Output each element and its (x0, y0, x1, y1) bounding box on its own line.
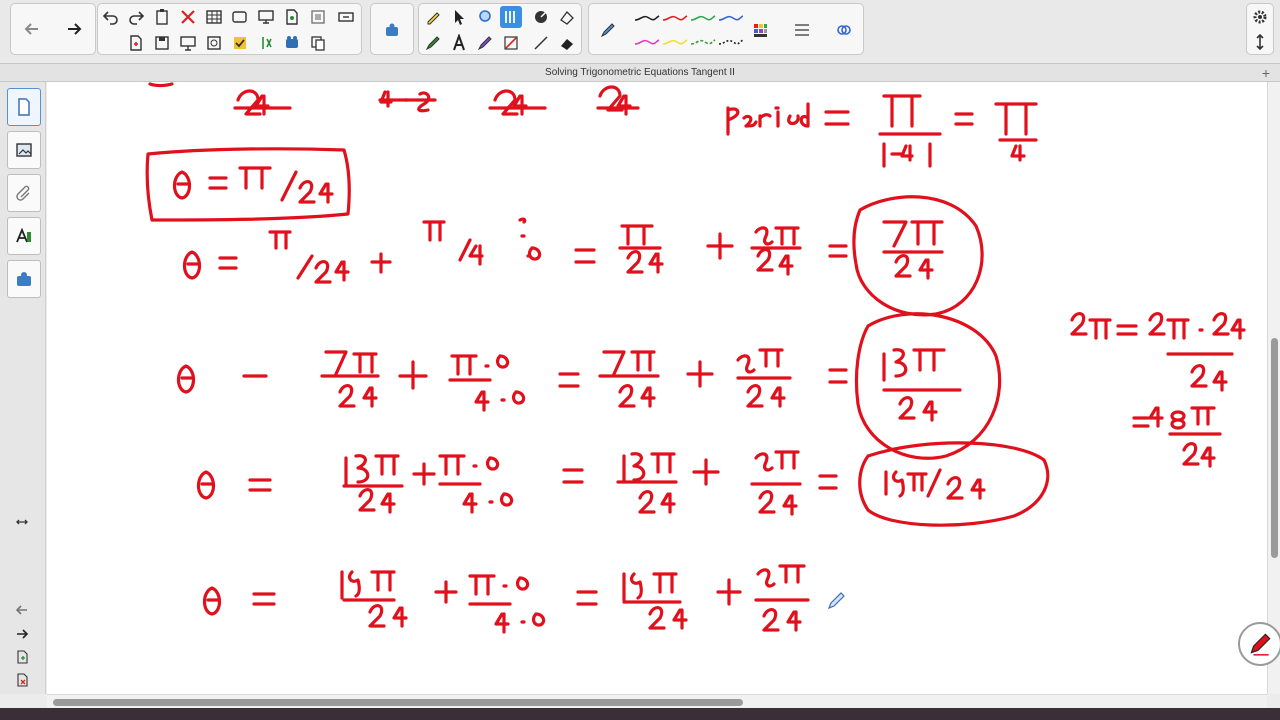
dock-strip (0, 708, 1280, 720)
erase-page-icon[interactable] (255, 32, 277, 54)
capture-icon[interactable] (177, 32, 199, 54)
fill-icon[interactable] (530, 6, 552, 28)
document-title: Solving Trigonometric Equations Tangent … (545, 67, 735, 78)
line-icon[interactable] (530, 32, 552, 54)
line-style-swatches[interactable] (633, 8, 743, 52)
gear-icon[interactable] (1249, 6, 1271, 28)
collapse-sidebar-icon[interactable] (12, 514, 32, 530)
next-page-icon[interactable] (12, 626, 32, 642)
nav-group (10, 3, 96, 55)
page-sorter-icon[interactable] (7, 88, 41, 126)
horizontal-scrollbar[interactable] (47, 694, 1267, 708)
main-toolbar (0, 0, 1280, 64)
smart-notebook-window: Solving Trigonometric Equations Tangent … (0, 0, 1280, 720)
side-tabs (0, 82, 46, 694)
pen-properties-icon[interactable] (597, 19, 619, 41)
pen-icon[interactable] (422, 32, 444, 54)
handwritten-ink (145, 82, 1246, 634)
save-icon[interactable] (151, 32, 173, 54)
vertical-scroll-thumb[interactable] (1271, 338, 1278, 558)
check-icon[interactable] (229, 32, 251, 54)
back-arrow-icon[interactable] (21, 18, 43, 40)
attachments-icon[interactable] (7, 174, 41, 212)
pen-cursor-icon (827, 592, 845, 610)
eraser-fill-icon[interactable] (556, 6, 578, 28)
screen-shade-icon[interactable] (229, 6, 251, 28)
whiteboard-canvas[interactable] (47, 82, 1267, 694)
move-toolbar-icon[interactable] (1249, 31, 1271, 53)
display-icon[interactable] (255, 6, 277, 28)
add-tab-icon[interactable]: + (1262, 64, 1270, 82)
vertical-scrollbar[interactable] (1267, 82, 1280, 694)
line-thickness-icon[interactable] (791, 19, 813, 41)
audio-icon[interactable] (335, 6, 357, 28)
forward-arrow-icon[interactable] (63, 18, 85, 40)
document-title-bar: Solving Trigonometric Equations Tangent … (0, 64, 1280, 82)
paste-icon[interactable] (151, 6, 173, 28)
gallery-icon[interactable] (307, 6, 329, 28)
add-page-icon[interactable] (12, 649, 32, 665)
eraser-icon[interactable] (556, 32, 578, 54)
toolbar-options (1246, 3, 1274, 55)
document-icon[interactable] (281, 6, 303, 28)
horizontal-scroll-thumb[interactable] (53, 699, 743, 706)
page-add-icon[interactable] (125, 32, 147, 54)
file-tools-group (97, 3, 362, 55)
add-ons-tab-icon[interactable] (7, 260, 41, 298)
properties-group (588, 3, 864, 55)
table-icon[interactable] (203, 6, 225, 28)
color-palette-icon[interactable] (749, 19, 771, 41)
copy-icon[interactable] (307, 32, 329, 54)
delete-icon[interactable] (177, 6, 199, 28)
highlighter-icon[interactable] (422, 6, 444, 28)
add-ons-group (370, 3, 414, 55)
undo-icon[interactable] (100, 6, 122, 28)
link-icon[interactable] (833, 19, 855, 41)
pen-tools-group (418, 3, 582, 55)
puzzle-add-on-icon[interactable] (381, 19, 403, 41)
previous-page-icon[interactable] (12, 602, 32, 618)
marker-icon[interactable] (474, 32, 496, 54)
gallery-tab-icon[interactable] (7, 131, 41, 169)
add-ons-icon[interactable] (281, 32, 303, 54)
select-icon[interactable] (448, 6, 470, 28)
magic-icon[interactable] (203, 32, 225, 54)
text-icon[interactable] (448, 32, 470, 54)
delete-page-icon[interactable] (12, 672, 32, 688)
properties-icon[interactable] (7, 217, 41, 255)
calligraphy-icon[interactable] (500, 32, 522, 54)
ink-aware-pen-icon[interactable] (1238, 622, 1280, 666)
shapes-icon[interactable] (474, 6, 496, 28)
measure-icon[interactable] (500, 6, 522, 28)
redo-icon[interactable] (125, 6, 147, 28)
